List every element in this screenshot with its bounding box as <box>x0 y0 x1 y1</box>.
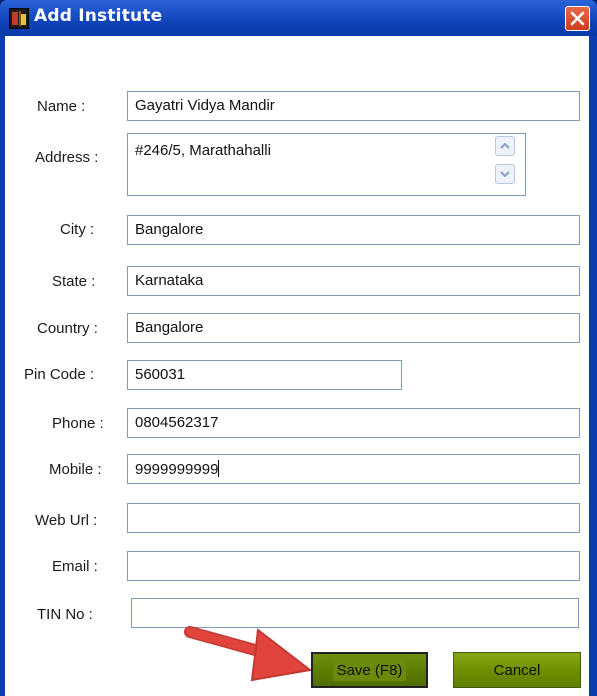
window-frame-right <box>589 36 597 696</box>
country-field[interactable]: Bangalore <box>127 313 580 343</box>
scroll-up-button[interactable] <box>495 136 515 156</box>
chevron-down-icon <box>500 171 510 178</box>
weburl-label: Web Url : <box>35 512 98 529</box>
phone-label: Phone : <box>52 415 104 432</box>
name-field[interactable]: Gayatri Vidya Mandir <box>127 91 580 121</box>
address-value: #246/5, Marathahalli <box>135 142 271 159</box>
tin-label: TIN No : <box>37 606 93 623</box>
close-icon <box>570 11 585 26</box>
add-institute-window: Add Institute Name : Gayatri Vidya Mandi… <box>0 0 597 696</box>
city-field[interactable]: Bangalore <box>127 215 580 245</box>
mobile-value: 9999999999 <box>135 461 219 478</box>
scroll-down-button[interactable] <box>495 164 515 184</box>
address-scrollbar[interactable] <box>495 136 517 186</box>
weburl-field[interactable] <box>127 503 580 533</box>
save-button[interactable]: Save (F8) <box>311 652 428 688</box>
title-bar[interactable]: Add Institute <box>0 0 597 36</box>
window-title: Add Institute <box>34 6 163 26</box>
phone-field[interactable]: 0804562317 <box>127 408 580 438</box>
red-arrow-annotation <box>184 626 313 682</box>
text-caret <box>218 460 220 477</box>
pincode-field[interactable]: 560031 <box>127 360 402 390</box>
chevron-up-icon <box>500 142 510 149</box>
state-label: State : <box>52 273 96 290</box>
state-field[interactable]: Karnataka <box>127 266 580 296</box>
address-field[interactable]: #246/5, Marathahalli <box>127 133 526 196</box>
city-label: City : <box>60 221 95 238</box>
cancel-button[interactable]: Cancel <box>453 652 581 688</box>
email-field[interactable] <box>127 551 580 581</box>
address-label: Address : <box>35 149 99 166</box>
name-label: Name : <box>37 98 86 115</box>
country-label: Country : <box>37 320 98 337</box>
email-label: Email : <box>52 558 98 575</box>
app-icon <box>9 8 29 29</box>
mobile-label: Mobile : <box>49 461 102 478</box>
close-button[interactable] <box>565 6 590 31</box>
save-button-label: Save (F8) <box>332 659 407 681</box>
mobile-field[interactable]: 9999999999 <box>127 454 580 484</box>
pincode-label: Pin Code : <box>24 366 95 383</box>
